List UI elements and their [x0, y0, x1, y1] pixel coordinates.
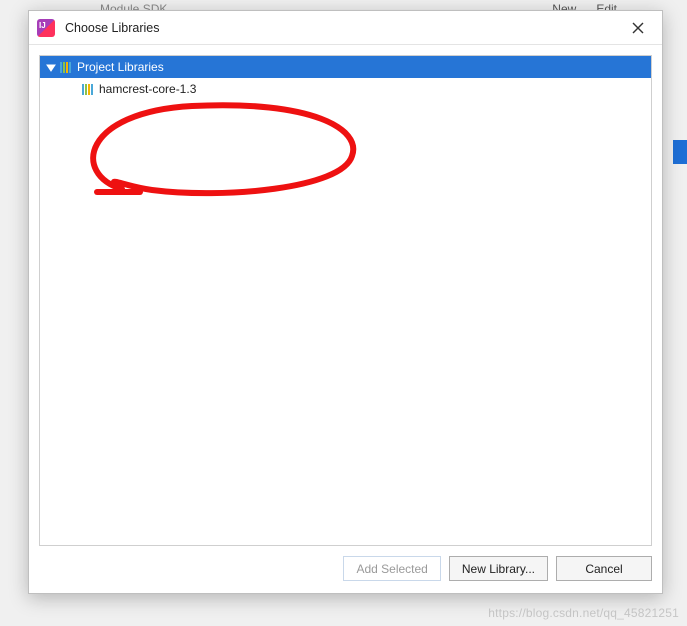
tree-node-project-libraries[interactable]: Project Libraries — [40, 56, 651, 78]
choose-libraries-dialog: Choose Libraries Project Libraries hamcr… — [28, 10, 663, 594]
library-icon — [82, 84, 93, 95]
add-selected-button: Add Selected — [343, 556, 440, 581]
tree-node-label: Project Libraries — [77, 60, 164, 74]
dialog-title: Choose Libraries — [65, 21, 160, 35]
watermark-text: https://blog.csdn.net/qq_45821251 — [488, 606, 679, 620]
intellij-icon — [37, 19, 55, 37]
library-tree[interactable]: Project Libraries hamcrest-core-1.3 — [39, 55, 652, 546]
new-library-button[interactable]: New Library... — [449, 556, 548, 581]
chevron-down-icon — [46, 62, 56, 72]
tree-node-label: hamcrest-core-1.3 — [99, 82, 196, 96]
close-button[interactable] — [622, 15, 654, 41]
dialog-titlebar: Choose Libraries — [29, 11, 662, 45]
close-icon — [632, 22, 644, 34]
library-group-icon — [60, 62, 71, 73]
dialog-button-row: Add Selected New Library... Cancel — [29, 546, 662, 593]
hand-drawn-circle-annotation — [62, 94, 372, 204]
cancel-button[interactable]: Cancel — [556, 556, 652, 581]
background-accent-strip — [673, 140, 687, 164]
tree-node-library-item[interactable]: hamcrest-core-1.3 — [40, 78, 651, 100]
